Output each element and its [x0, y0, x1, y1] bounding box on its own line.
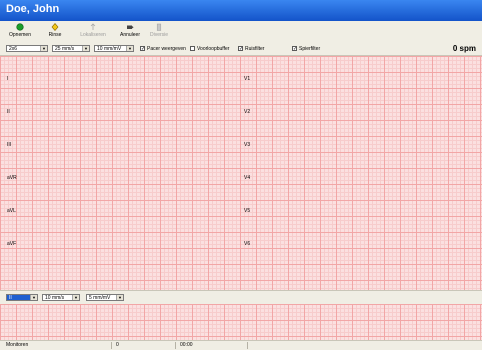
lead-label-aVL: aVL	[7, 208, 16, 214]
record-icon	[16, 23, 24, 31]
rhythm-speed-select[interactable]: 10 mm/s ▼	[42, 294, 80, 301]
lead-label-V5: V5	[244, 208, 251, 214]
lead-label-V6: V6	[244, 241, 251, 247]
chevron-down-icon: ▼	[72, 295, 79, 300]
muscle-filter-checkbox[interactable]: ✓ Spierfilter	[292, 45, 320, 53]
buffer-checkbox[interactable]: Voorloopbuffer	[190, 45, 229, 53]
window-title: Doe, John	[6, 3, 60, 15]
locate-button-label: Lokaliseren	[80, 32, 106, 38]
lead-label-V2: V2	[244, 109, 251, 115]
status-count: 0	[114, 342, 176, 349]
ecg-12-lead-grid: I II III aVR aVL aVF V1 V2 V3 V4 V5 V6	[0, 56, 482, 290]
rinse-button[interactable]: Rinse	[42, 22, 68, 42]
lead-label-aVR: aVR	[7, 175, 17, 181]
lead-set-value: 2x6	[9, 46, 18, 52]
rinse-button-label: Rinse	[48, 32, 62, 38]
toolbar: Opnemen Rinse Lokaliseren Annuleer Diver…	[0, 21, 482, 44]
rhythm-gain-value: 5 mm/mV	[89, 295, 111, 301]
buffer-checkbox-label: Voorloopbuffer	[197, 46, 230, 52]
status-time: 00:00	[178, 342, 248, 349]
lead-label-III: III	[7, 142, 12, 148]
lead-label-I: I	[7, 76, 9, 82]
chevron-down-icon: ▼	[30, 295, 37, 300]
record-button-label: Opnemen	[9, 32, 31, 38]
speed-select[interactable]: 25 mm/s ▼	[52, 45, 90, 52]
chevron-down-icon: ▼	[82, 46, 89, 51]
rhythm-speed-value: 10 mm/s	[45, 295, 65, 301]
lead-label-aVF: aVF	[7, 241, 17, 247]
pacer-checkbox[interactable]: ✓ Pacer weergeven	[140, 45, 186, 53]
pacer-checkbox-label: Pacer weergeven	[147, 46, 186, 52]
rinse-icon	[51, 23, 59, 31]
rhythm-gain-select[interactable]: 5 mm/mV ▼	[86, 294, 124, 301]
trash-button[interactable]: Diversie	[146, 22, 172, 42]
muscle-filter-checkbox-label: Spierfilter	[299, 46, 321, 52]
chevron-down-icon: ▼	[116, 295, 123, 300]
cancel-button-label: Annuleer	[119, 32, 140, 38]
lead-label-V3: V3	[244, 142, 251, 148]
rhythm-options-bar: II ▼ 10 mm/s ▼ 5 mm/mV ▼	[0, 290, 482, 305]
lead-label-V4: V4	[244, 175, 251, 181]
chevron-down-icon: ▼	[40, 46, 47, 51]
trash-icon	[156, 23, 162, 31]
trash-button-label: Diversie	[149, 32, 169, 38]
record-button[interactable]: Opnemen	[4, 22, 36, 42]
muscle-filter-checkbox-box[interactable]: ✓	[292, 46, 297, 52]
heart-rate-readout: 0 spm	[452, 44, 476, 53]
buffer-checkbox-box[interactable]	[190, 46, 195, 52]
cancel-button[interactable]: Annuleer	[116, 22, 144, 42]
gain-value: 10 mm/mV	[97, 46, 122, 52]
rhythm-lead-select[interactable]: II ▼	[6, 294, 38, 301]
status-spacer	[250, 342, 478, 349]
hum-filter-checkbox-label: Ruisfilter	[245, 46, 265, 52]
options-bar: 2x6 ▼ 25 mm/s ▼ 10 mm/mV ▼ ✓ Pacer weerge…	[0, 43, 482, 56]
lead-set-select[interactable]: 2x6 ▼	[6, 45, 48, 52]
lead-label-II: II	[7, 109, 10, 115]
gain-select[interactable]: 10 mm/mV ▼	[94, 45, 134, 52]
lead-label-V1: V1	[244, 76, 251, 82]
hum-filter-checkbox[interactable]: ✓ Ruisfilter	[238, 45, 264, 53]
locate-icon	[90, 23, 96, 30]
chevron-down-icon: ▼	[126, 46, 133, 51]
cancel-icon	[127, 25, 134, 29]
window-titlebar: Doe, John	[0, 0, 482, 21]
speed-value: 25 mm/s	[55, 46, 75, 52]
rhythm-strip-grid	[0, 304, 482, 340]
locate-button[interactable]: Lokaliseren	[76, 22, 110, 42]
rhythm-lead-value: II	[9, 295, 12, 301]
hum-filter-checkbox-box[interactable]: ✓	[238, 46, 243, 52]
status-mode: Monitoren	[4, 342, 112, 349]
pacer-checkbox-box[interactable]: ✓	[140, 46, 145, 52]
